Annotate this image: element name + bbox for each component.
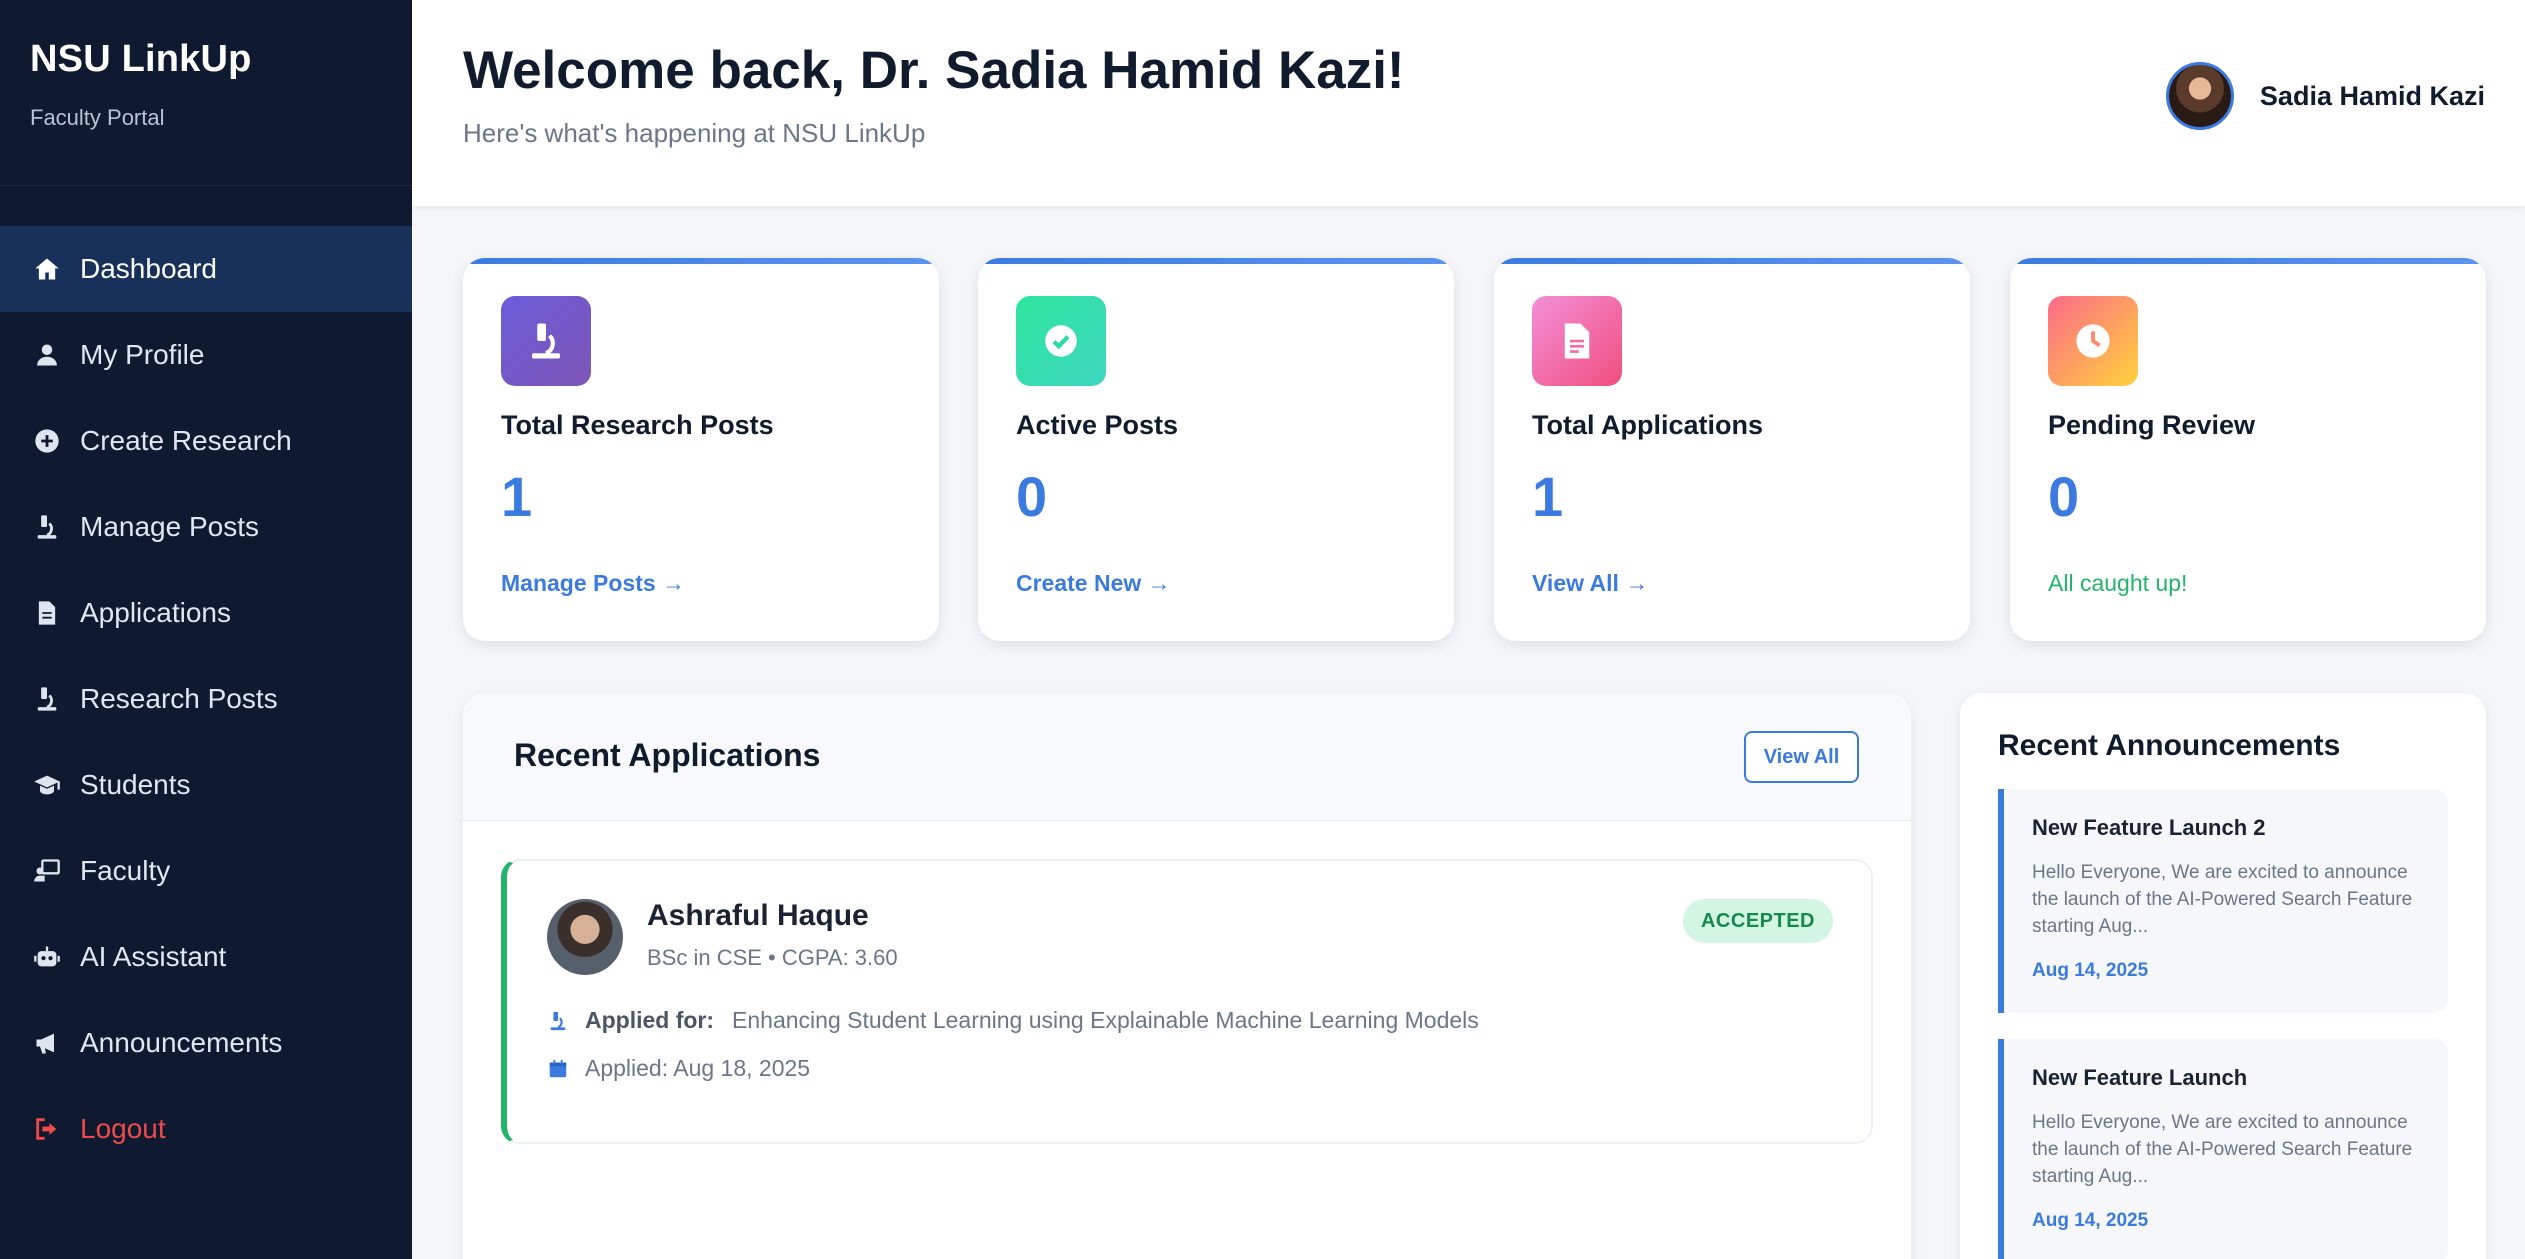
- application-card[interactable]: Ashraful Haque BSc in CSE • CGPA: 3.60 A…: [501, 859, 1873, 1144]
- sidebar-item-logout[interactable]: Logout: [0, 1086, 412, 1172]
- recent-announcements-panel: Recent Announcements New Feature Launch …: [1960, 693, 2486, 1259]
- sidebar-item-label: AI Assistant: [80, 941, 227, 972]
- robot-icon: [32, 942, 62, 972]
- top-header: Welcome back, Dr. Sadia Hamid Kazi! Here…: [412, 0, 2525, 206]
- megaphone-icon: [32, 1028, 62, 1058]
- sidebar-item-label: Applications: [80, 597, 231, 628]
- status-message: All caught up!: [2048, 570, 2188, 596]
- sidebar-item-students[interactable]: Students: [0, 742, 412, 828]
- stat-value: 1: [501, 465, 533, 528]
- microscope-icon: [32, 512, 62, 542]
- brand-title: NSU LinkUp: [30, 38, 252, 80]
- stat-label: Total Research Posts: [501, 410, 774, 440]
- recent-applications-panel: Recent Applications View All Ashraful Ha…: [463, 693, 1911, 1259]
- avatar: [547, 899, 623, 975]
- recent-applications-title: Recent Applications: [514, 737, 821, 773]
- create-new-link[interactable]: Create New →: [1016, 570, 1171, 597]
- applicant-meta: BSc in CSE • CGPA: 3.60: [647, 945, 898, 970]
- sidebar-item-manage-posts[interactable]: Manage Posts: [0, 484, 412, 570]
- stat-card-pending-review: Pending Review 0 All caught up!: [2010, 258, 2486, 641]
- microscope-icon: [550, 1011, 566, 1030]
- announcement-date: Aug 14, 2025: [2032, 960, 2149, 981]
- announcement-card[interactable]: New Feature Launch Hello Everyone, We ar…: [1998, 1039, 2448, 1259]
- sidebar-item-label: Announcements: [80, 1027, 283, 1058]
- sidebar-nav: Dashboard My Profile Create Research Man…: [0, 226, 412, 1172]
- sidebar-item-label: Faculty: [80, 855, 171, 886]
- panel-header: Recent Applications View All: [463, 693, 1911, 821]
- sidebar-item-label: Manage Posts: [80, 511, 259, 542]
- avatar[interactable]: [2165, 62, 2234, 130]
- recent-announcements-title: Recent Announcements: [1998, 729, 2341, 762]
- user-name: Sadia Hamid Kazi: [2259, 80, 2485, 111]
- manage-posts-link[interactable]: Manage Posts →: [501, 570, 685, 597]
- announcement-title: New Feature Launch: [2032, 1065, 2248, 1090]
- stat-value: 0: [1016, 465, 1048, 528]
- brand-subtitle: Faculty Portal: [30, 105, 165, 130]
- page-title: Welcome back, Dr. Sadia Hamid Kazi!: [463, 41, 1405, 100]
- sidebar-item-research-posts[interactable]: Research Posts: [0, 656, 412, 742]
- sidebar-item-dashboard[interactable]: Dashboard: [0, 226, 412, 312]
- sidebar-item-label: Research Posts: [80, 683, 278, 714]
- document-icon: [1532, 296, 1622, 386]
- sidebar-item-applications[interactable]: Applications: [0, 570, 412, 656]
- sidebar-item-create-research[interactable]: Create Research: [0, 398, 412, 484]
- graduation-cap-icon: [32, 770, 62, 800]
- applied-for-row: Applied for: Enhancing Student Learning …: [547, 1007, 1479, 1034]
- stat-card-total-research-posts: Total Research Posts 1 Manage Posts →: [463, 258, 939, 641]
- announcement-card[interactable]: New Feature Launch 2 Hello Everyone, We …: [1998, 789, 2448, 1013]
- applied-date-row: Applied: Aug 18, 2025: [547, 1055, 810, 1082]
- stat-card-active-posts: Active Posts 0 Create New →: [978, 258, 1454, 641]
- sidebar-item-label: Students: [80, 769, 191, 800]
- applied-for-value: Enhancing Student Learning using Explain…: [732, 1007, 1479, 1033]
- announcement-body: Hello Everyone, We are excited to announ…: [2032, 1112, 2413, 1187]
- sidebar-item-faculty[interactable]: Faculty: [0, 828, 412, 914]
- brand: NSU LinkUp Faculty Portal: [0, 0, 412, 186]
- calendar-icon: [549, 1059, 567, 1077]
- stat-label: Total Applications: [1532, 410, 1764, 440]
- clock-icon: [2048, 296, 2138, 386]
- microscope-icon: [32, 684, 62, 714]
- applied-date: Applied: Aug 18, 2025: [585, 1055, 811, 1081]
- sidebar-item-ai-assistant[interactable]: AI Assistant: [0, 914, 412, 1000]
- check-circle-icon: [1016, 296, 1106, 386]
- stat-value: 1: [1532, 465, 1564, 528]
- page-subtitle: Here's what's happening at NSU LinkUp: [463, 118, 926, 148]
- microscope-icon: [501, 296, 591, 386]
- home-icon: [32, 254, 62, 284]
- announcement-date: Aug 14, 2025: [2032, 1210, 2149, 1231]
- sidebar-item-my-profile[interactable]: My Profile: [0, 312, 412, 398]
- view-all-button[interactable]: View All: [1744, 731, 1859, 783]
- stat-card-total-applications: Total Applications 1 View All →: [1494, 258, 1970, 641]
- applicant-name: Ashraful Haque: [647, 899, 869, 932]
- sidebar-item-label: Create Research: [80, 425, 292, 456]
- sidebar-item-label: My Profile: [80, 339, 205, 370]
- user-icon: [32, 340, 62, 370]
- document-icon: [32, 598, 62, 628]
- plus-circle-icon: [32, 426, 62, 456]
- sidebar-item-label: Dashboard: [80, 253, 217, 284]
- applied-for-label: Applied for:: [585, 1007, 715, 1033]
- logout-icon: [32, 1114, 62, 1144]
- user-menu[interactable]: Sadia Hamid Kazi: [2165, 62, 2485, 130]
- stat-label: Pending Review: [2048, 410, 2256, 440]
- stat-value: 0: [2048, 465, 2080, 528]
- status-badge: ACCEPTED: [1682, 899, 1833, 943]
- sidebar: NSU LinkUp Faculty Portal Dashboard My P…: [0, 0, 412, 1259]
- view-all-applications-link[interactable]: View All →: [1532, 570, 1648, 597]
- sidebar-item-label: Logout: [80, 1113, 166, 1144]
- stat-label: Active Posts: [1016, 410, 1179, 440]
- sidebar-item-announcements[interactable]: Announcements: [0, 1000, 412, 1086]
- announcement-title: New Feature Launch 2: [2032, 815, 2266, 840]
- announcement-body: Hello Everyone, We are excited to announ…: [2032, 862, 2413, 937]
- teacher-icon: [32, 856, 62, 886]
